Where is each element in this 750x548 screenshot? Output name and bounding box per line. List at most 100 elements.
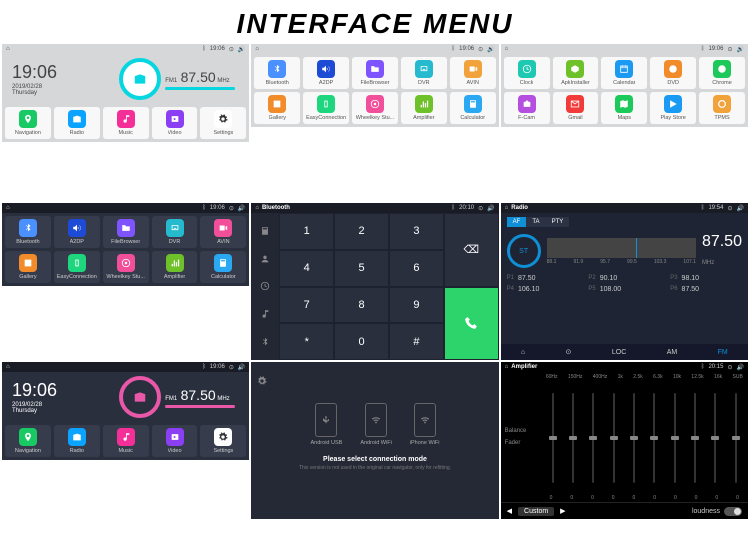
dialkey-9[interactable]: 9 [389, 287, 444, 324]
app-bluetooth[interactable]: Bluetooth [5, 216, 51, 248]
radio-widget[interactable]: FM1 87.50 MHz [109, 58, 245, 100]
home-icon[interactable]: ⌂ [6, 46, 10, 52]
app-a2dp[interactable]: A2DP [54, 216, 100, 248]
eq-slider-4[interactable] [633, 393, 635, 483]
backspace-button[interactable]: ⌫ [444, 213, 499, 287]
app-radio[interactable]: Radio [54, 425, 100, 457]
app-easyconnection[interactable]: EasyConnection [54, 251, 100, 283]
app-chrome[interactable]: Chrome [699, 57, 745, 89]
app-calculator[interactable]: Calculator [200, 251, 246, 283]
preset-p2[interactable]: P290.10 [588, 275, 660, 282]
app-avin[interactable]: AVIN [450, 57, 496, 89]
radio-bottom-4[interactable]: FM [718, 349, 728, 356]
app-gallery[interactable]: Gallery [5, 251, 51, 283]
app-filebrowser[interactable]: FileBrowser [352, 57, 398, 89]
preset-p1[interactable]: P187.50 [507, 275, 579, 282]
preset-p6[interactable]: P687.50 [670, 286, 742, 293]
eq-slider-8[interactable] [714, 393, 716, 483]
eq-slider-2[interactable] [592, 393, 594, 483]
app-amplifier[interactable]: Amplifier [401, 92, 447, 124]
app-bluetooth[interactable]: Bluetooth [254, 57, 300, 89]
bt-settings-icon[interactable] [258, 335, 272, 349]
home-icon[interactable]: ⌂ [255, 46, 259, 52]
app-amplifier[interactable]: Amplifier [152, 251, 198, 283]
music-icon[interactable] [258, 307, 272, 321]
eq-slider-7[interactable] [694, 393, 696, 483]
dialkey-2[interactable]: 2 [334, 213, 389, 250]
home-icon[interactable]: ⌂ [6, 364, 10, 370]
app-play-store[interactable]: Play Store [650, 92, 696, 124]
app-tpms[interactable]: TPMS [699, 92, 745, 124]
app-video[interactable]: Video [152, 107, 198, 139]
radio-st-indicator[interactable]: ST [507, 234, 541, 268]
dialkey-8[interactable]: 8 [334, 287, 389, 324]
app-dvd[interactable]: DVD [650, 57, 696, 89]
app-dvr[interactable]: DVR [152, 216, 198, 248]
radio-tab-af[interactable]: AF [507, 217, 527, 227]
dialkey-5[interactable]: 5 [334, 250, 389, 287]
eq-slider-6[interactable] [674, 393, 676, 483]
call-button[interactable] [444, 287, 499, 361]
app-f-cam[interactable]: F-Cam [504, 92, 550, 124]
eq-slider-1[interactable] [572, 393, 574, 483]
prev-icon[interactable]: ◀ [507, 507, 512, 516]
eq-slider-5[interactable] [653, 393, 655, 483]
history-icon[interactable] [258, 279, 272, 293]
next-icon[interactable]: ▶ [560, 507, 565, 516]
dialkey-3[interactable]: 3 [389, 213, 444, 250]
freq-scale[interactable] [547, 238, 696, 258]
gear-icon[interactable] [257, 376, 267, 388]
app-music[interactable]: Music [103, 425, 149, 457]
app-music[interactable]: Music [103, 107, 149, 139]
radio-tab-ta[interactable]: TA [526, 217, 545, 227]
dialkey-*[interactable]: * [279, 323, 334, 360]
radio-widget[interactable]: FM1 87.50 MHz [109, 376, 245, 418]
app-video[interactable]: Video [152, 425, 198, 457]
app-dvr[interactable]: DVR [401, 57, 447, 89]
app-easyconnection[interactable]: EasyConnection [303, 92, 349, 124]
conn-option-android-usb[interactable]: Android USB [311, 403, 343, 446]
dialkey-1[interactable]: 1 [279, 213, 334, 250]
preset-p4[interactable]: P4106.10 [507, 286, 579, 293]
app-clock[interactable]: Clock [504, 57, 550, 89]
conn-option-iphone-wifi[interactable]: iPhone WiFi [410, 403, 440, 446]
clock-widget[interactable]: 19:06 2019/02/28 Thursday [6, 376, 109, 418]
app-calculator[interactable]: Calculator [450, 92, 496, 124]
home-icon[interactable]: ⌂ [505, 205, 509, 211]
app-settings[interactable]: Settings [200, 425, 246, 457]
preset-custom[interactable]: Custom [518, 507, 554, 516]
home-icon[interactable]: ⌂ [6, 205, 10, 211]
eq-slider-9[interactable] [735, 393, 737, 483]
dialkey-4[interactable]: 4 [279, 250, 334, 287]
app-radio[interactable]: Radio [54, 107, 100, 139]
dialkey-0[interactable]: 0 [334, 323, 389, 360]
app-maps[interactable]: Maps [601, 92, 647, 124]
conn-option-android-wifi[interactable]: Android WiFi [360, 403, 391, 446]
clock-widget[interactable]: 19:06 2019/02/28 Thursday [6, 58, 109, 100]
home-icon[interactable]: ⌂ [505, 46, 509, 52]
home-icon[interactable]: ⌂ [255, 205, 259, 211]
home-icon[interactable]: ⌂ [505, 364, 509, 370]
dialpad-icon[interactable] [258, 224, 272, 238]
app-avin[interactable]: AVIN [200, 216, 246, 248]
app-navigation[interactable]: Navigation [5, 107, 51, 139]
app-gallery[interactable]: Gallery [254, 92, 300, 124]
eq-slider-0[interactable] [552, 393, 554, 483]
radio-bottom-2[interactable]: LOC [612, 349, 626, 356]
app-wheelkey-stu-[interactable]: Wheelkey Stu... [103, 251, 149, 283]
app-apkinstaller[interactable]: ApkInstaller [553, 57, 599, 89]
preset-p3[interactable]: P398.10 [670, 275, 742, 282]
radio-bottom-3[interactable]: AM [667, 349, 678, 356]
app-settings[interactable]: Settings [200, 107, 246, 139]
app-wheelkey-stu-[interactable]: Wheelkey Stu... [352, 92, 398, 124]
dialkey-#[interactable]: # [389, 323, 444, 360]
eq-slider-3[interactable] [613, 393, 615, 483]
radio-bottom-0[interactable]: ⌂ [521, 349, 525, 356]
app-a2dp[interactable]: A2DP [303, 57, 349, 89]
dialkey-7[interactable]: 7 [279, 287, 334, 324]
loudness-toggle[interactable] [724, 507, 742, 516]
fader-label[interactable]: Fader [505, 440, 537, 446]
app-navigation[interactable]: Navigation [5, 425, 51, 457]
app-gmail[interactable]: Gmail [553, 92, 599, 124]
contacts-icon[interactable] [258, 252, 272, 266]
